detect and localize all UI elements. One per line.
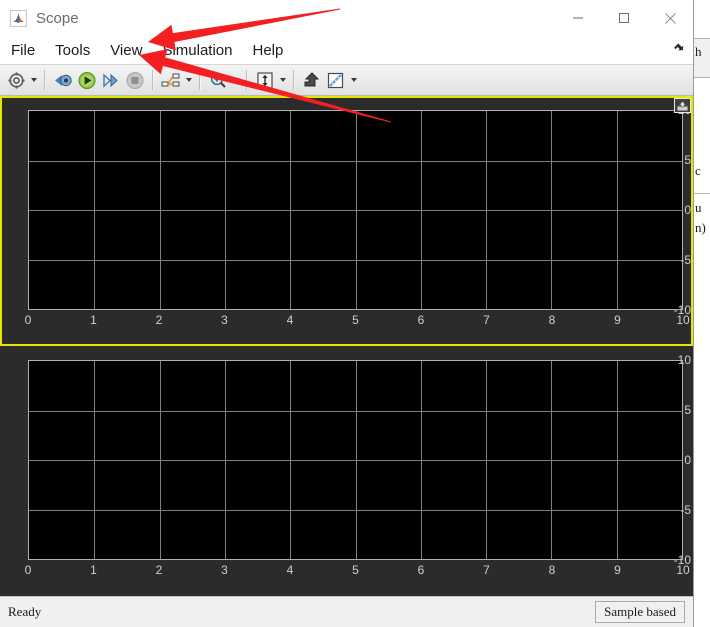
signal-selector-dropdown-arrow-icon[interactable] xyxy=(183,68,194,92)
x-axis-tick-label: 0 xyxy=(24,313,32,327)
y-axis-tick-label: 10 xyxy=(677,353,691,367)
gridline-horizontal xyxy=(29,460,682,461)
x-axis-tick-label: 9 xyxy=(614,313,621,327)
menu-simulation[interactable]: Simulation xyxy=(153,40,241,61)
toolbar-separator-5 xyxy=(293,70,295,90)
toolbar xyxy=(0,65,693,96)
plot-area-1[interactable] xyxy=(28,360,683,560)
bg-divider-2 xyxy=(694,77,710,78)
bg-fragment-0: h xyxy=(695,44,702,59)
autoscale-dropdown-arrow-icon[interactable] xyxy=(277,68,288,92)
status-bar: Ready Sample based xyxy=(0,596,693,627)
toolbar-separator xyxy=(44,70,46,90)
x-axis-tick-label: 1 xyxy=(90,313,97,327)
zoom-dropdown-arrow-icon[interactable] xyxy=(230,68,241,92)
menu-file[interactable]: File xyxy=(2,40,44,61)
x-axis-tick-label: 2 xyxy=(155,563,163,577)
toolbar-separator-2 xyxy=(152,70,154,90)
menu-tools[interactable]: Tools xyxy=(46,40,99,61)
scope-window: Scope File Tools View Simulation Help 5 … xyxy=(0,0,694,627)
x-axis-tick-label: 5 xyxy=(352,563,359,577)
plot-pane-1[interactable]: 10 5 0 -5 -10 0 1 2 3 4 5 6 7 8 9 10 xyxy=(0,346,693,596)
x-axis-tick-label: 7 xyxy=(483,313,490,327)
signal-selector-button[interactable] xyxy=(159,68,183,92)
status-mode-badge[interactable]: Sample based xyxy=(595,601,685,623)
gridline-horizontal xyxy=(29,260,682,261)
x-axis-tick-label: 6 xyxy=(417,563,425,577)
bg-fragment-2: u xyxy=(695,200,702,215)
simulink-scope-icon xyxy=(10,9,27,27)
stop-button[interactable] xyxy=(123,68,147,92)
x-axis-tick-label: 9 xyxy=(614,563,621,577)
y-axis-tick-label: 0 xyxy=(684,203,691,217)
measurements-dropdown-arrow-icon[interactable] xyxy=(348,68,359,92)
toolbar-separator-4 xyxy=(246,70,248,90)
step-forward-button[interactable] xyxy=(99,68,123,92)
gridline-horizontal xyxy=(29,411,682,412)
axes-1: 10 5 0 -5 -10 0 1 2 3 4 5 6 7 8 9 10 xyxy=(2,348,691,594)
configuration-dropdown-arrow-icon[interactable] xyxy=(28,68,39,92)
menu-help[interactable]: Help xyxy=(244,40,293,61)
x-axis-tick-label: 5 xyxy=(352,313,359,327)
window-title: Scope xyxy=(36,9,79,27)
toolbar-separator-3 xyxy=(199,70,201,90)
x-axis-tick-label: 3 xyxy=(221,563,228,577)
zoom-in-button[interactable] xyxy=(206,68,230,92)
y-axis-tick-label: 5 xyxy=(684,403,691,417)
menu-bar: File Tools View Simulation Help xyxy=(0,36,693,65)
scope-plot-container: 1050-5-10012345678910 1050-5-10012345678… xyxy=(0,96,693,596)
plot-area-0[interactable] xyxy=(28,110,683,310)
x-axis-tick-label: 2 xyxy=(155,313,163,327)
minimize-button[interactable] xyxy=(555,0,601,36)
y-axis-tick-label: 5 xyxy=(684,153,691,167)
x-axis-tick-label: 8 xyxy=(548,563,556,577)
bg-fragment-3: n) xyxy=(695,220,706,235)
run-button[interactable] xyxy=(75,68,99,92)
x-axis-tick-label: 6 xyxy=(417,313,425,327)
gridline-horizontal xyxy=(29,210,682,211)
title-bar: Scope xyxy=(0,0,693,36)
menu-view[interactable]: View xyxy=(101,40,151,61)
status-text: Ready xyxy=(8,604,42,619)
y-axis-tick-label: 0 xyxy=(684,453,691,467)
autoscale-button[interactable] xyxy=(253,68,277,92)
window-controls xyxy=(555,0,693,36)
float-undock-icon[interactable] xyxy=(674,98,691,113)
x-axis-tick-label: 4 xyxy=(286,563,294,577)
maximize-button[interactable] xyxy=(601,0,647,36)
close-button[interactable] xyxy=(647,0,693,36)
x-axis-tick-label: 4 xyxy=(286,313,294,327)
gridline-horizontal xyxy=(29,510,682,511)
x-axis-tick-label: 10 xyxy=(676,563,690,577)
expand-arrow-icon[interactable] xyxy=(671,39,687,55)
axes-0: 1050-5-10012345678910 xyxy=(2,98,691,344)
plot-pane-0[interactable]: 1050-5-10012345678910 xyxy=(0,96,693,346)
y-axis-tick-label: -5 xyxy=(680,503,691,517)
x-axis-tick-label: 10 xyxy=(676,313,690,327)
bg-divider-3 xyxy=(694,193,710,194)
y-axis-tick-label: -5 xyxy=(680,253,691,267)
x-axis-tick-label: 8 xyxy=(548,313,556,327)
configuration-properties-button[interactable] xyxy=(4,68,28,92)
measurements-button[interactable] xyxy=(324,68,348,92)
x-axis-tick-label: 0 xyxy=(24,563,32,577)
style-button[interactable] xyxy=(300,68,324,92)
x-axis-tick-label: 7 xyxy=(483,563,490,577)
background-window: h c u n) xyxy=(694,0,710,627)
x-axis-tick-label: 1 xyxy=(90,563,97,577)
gridline-horizontal xyxy=(29,161,682,162)
x-axis-tick-label: 3 xyxy=(221,313,228,327)
bg-fragment-1: c xyxy=(695,163,701,178)
simulation-rewind-button[interactable] xyxy=(51,68,75,92)
